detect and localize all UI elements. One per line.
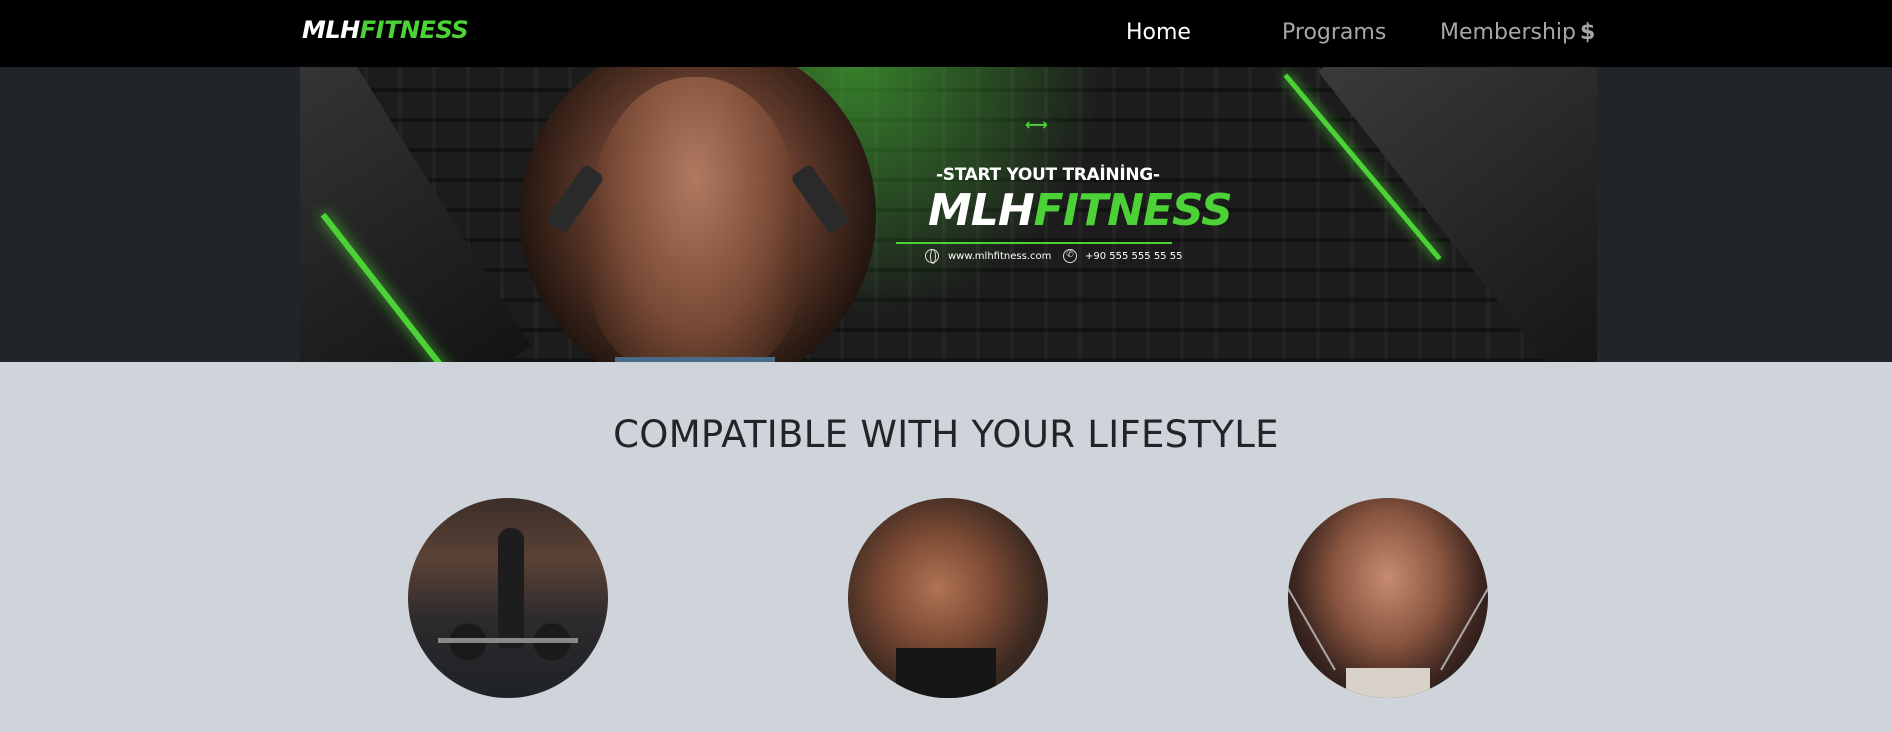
lifestyle-photo-deadlift (408, 498, 608, 698)
logo-text-mlh: MLH (302, 16, 360, 44)
banner-brand: MLHFITNESS (928, 185, 1233, 236)
globe-icon (925, 249, 939, 264)
cable-left (1288, 565, 1336, 671)
logo-text-fitness: FITNESS (359, 16, 469, 44)
banner-divider (896, 242, 1172, 244)
banner-tagline: -START YOUT TRAİNİNG- (936, 165, 1160, 185)
athlete-figure (498, 528, 524, 648)
cable-right (1440, 565, 1488, 671)
dollar-icon: $ (1579, 20, 1596, 45)
athlete-shorts (1346, 668, 1430, 698)
nav-home-link[interactable]: Home (1126, 20, 1191, 45)
hero-banner: ⟷ -START YOUT TRAİNİNG- MLHFITNESS www.m… (300, 67, 1597, 362)
hero-athlete-photo (520, 67, 876, 362)
banner-phone: +90 555 555 55 55 (1085, 251, 1183, 262)
banner-brand-mlh: MLH (928, 185, 1035, 236)
barbell (438, 638, 578, 643)
athlete-shorts (896, 648, 996, 698)
nav-membership-link[interactable]: Membership $ (1440, 20, 1595, 45)
lifestyle-photo-curl (848, 498, 1048, 698)
athlete-jeans (615, 357, 775, 362)
nav-membership-label: Membership (1440, 20, 1576, 45)
dumbbell-icon: ⟷ (1025, 115, 1048, 134)
lifestyle-photo-cable (1288, 498, 1488, 698)
athlete-torso (590, 77, 800, 362)
lifestyle-title: COMPATIBLE WITH YOUR LIFESTYLE (613, 413, 1279, 456)
banner-website: www.mlhfitness.com (948, 251, 1052, 262)
phone-icon: ✆ (1063, 249, 1077, 263)
navbar: MLHFITNESS Home Programs Membership $ (0, 0, 1892, 67)
banner-brand-fitness: FITNESS (1033, 185, 1233, 236)
nav-programs-link[interactable]: Programs (1282, 20, 1386, 45)
site-logo[interactable]: MLHFITNESS (302, 16, 469, 44)
